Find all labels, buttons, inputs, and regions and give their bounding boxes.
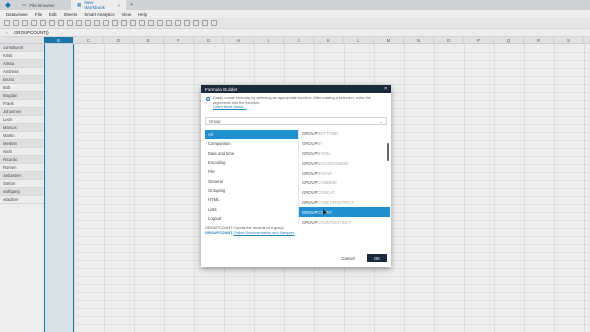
function-item[interactable]: GROUP CONCAT bbox=[299, 188, 390, 198]
close-icon[interactable]: × bbox=[384, 86, 387, 92]
function-item[interactable]: GROUP BYBIN bbox=[299, 149, 390, 159]
chevron-down-icon[interactable]: ⌄ bbox=[379, 119, 383, 124]
function-prefix: GROUP bbox=[302, 190, 318, 196]
category-item[interactable]: Logical bbox=[205, 214, 298, 223]
function-prefix: GROUP bbox=[302, 141, 318, 147]
ok-button[interactable]: OK bbox=[367, 254, 387, 262]
learn-more-link[interactable]: Learn More About... bbox=[213, 105, 246, 109]
function-suffix: COUNTDISTINCT bbox=[317, 219, 352, 225]
info-icon: i bbox=[206, 96, 210, 101]
info-text: Easily create formulas by selecting an a… bbox=[213, 96, 371, 105]
function-suffix: BYBIN bbox=[317, 150, 330, 156]
function-search-input[interactable]: Group ⌄ bbox=[205, 117, 387, 125]
dialog-header: Formula Builder × bbox=[201, 85, 391, 93]
function-prefix: GROUP bbox=[302, 180, 318, 186]
function-suffix: CONCAT bbox=[317, 190, 335, 196]
function-list: GROUP BOTTOMN GROUP BY GROUP BYBIN GROUP BYCUST… bbox=[298, 129, 390, 225]
function-prefix: GROUP bbox=[302, 150, 318, 156]
function-suffix: COMBINE bbox=[317, 180, 337, 186]
function-suffix: BYCUSTOMBIN bbox=[317, 160, 348, 166]
function-item[interactable]: GROUP CONCATDISTINCT bbox=[299, 198, 390, 208]
info-message: i Easily create formulas by selecting an… bbox=[201, 93, 391, 110]
cancel-button[interactable]: Cancel bbox=[337, 254, 359, 262]
category-item[interactable]: File bbox=[205, 167, 298, 176]
scrollbar[interactable] bbox=[387, 143, 389, 161]
function-suffix: BOTTOMN bbox=[317, 131, 339, 137]
function-prefix: GROUP bbox=[302, 199, 318, 205]
function-item[interactable]: GROUP COUNT bbox=[299, 207, 390, 218]
dialog-title: Formula Builder bbox=[205, 86, 238, 92]
function-prefix: GROUP bbox=[302, 160, 318, 166]
function-item[interactable]: GROUP COMBINE bbox=[299, 178, 390, 188]
category-item[interactable]: Comparison bbox=[205, 139, 298, 148]
function-prefix: GROUP bbox=[302, 170, 318, 176]
function-item[interactable]: GROUP BYCUSTOMBIN bbox=[299, 158, 390, 168]
function-item[interactable]: GROUP BYGAP bbox=[299, 168, 390, 178]
function-prefix: GROUP bbox=[302, 219, 318, 225]
doc-function-name: GROUPCOUNT bbox=[205, 230, 233, 235]
function-item[interactable]: GROUP BY bbox=[299, 139, 390, 149]
function-prefix: GROUP bbox=[302, 131, 318, 137]
documentation-link[interactable]: Online Documentation and Samples bbox=[233, 231, 294, 235]
function-prefix: GROUP bbox=[302, 209, 318, 215]
category-item[interactable]: Grouping bbox=[205, 186, 298, 195]
function-suffix: BY bbox=[317, 141, 323, 147]
function-item[interactable]: GROUP BOTTOMN bbox=[299, 129, 390, 139]
category-item[interactable]: General bbox=[205, 176, 298, 185]
category-item[interactable]: Date and time bbox=[205, 149, 298, 158]
description-text: GROUPCOUNT Counts the records of a group… bbox=[205, 226, 285, 230]
search-value: Group bbox=[209, 118, 221, 124]
function-suffix: BYGAP bbox=[317, 170, 332, 176]
function-suffix: CONCATDISTINCT bbox=[317, 199, 355, 205]
function-description: GROUPCOUNT Counts the records of a group… bbox=[205, 226, 387, 235]
category-item[interactable]: All bbox=[205, 130, 298, 140]
category-item[interactable]: HTML bbox=[205, 195, 298, 204]
category-list: All Comparison Date and time Encoding File Ge… bbox=[205, 130, 298, 226]
category-item[interactable]: Lists bbox=[205, 204, 298, 213]
formula-builder-dialog: Formula Builder × i Easily create formul… bbox=[201, 85, 391, 267]
category-item[interactable]: Encoding bbox=[205, 158, 298, 167]
